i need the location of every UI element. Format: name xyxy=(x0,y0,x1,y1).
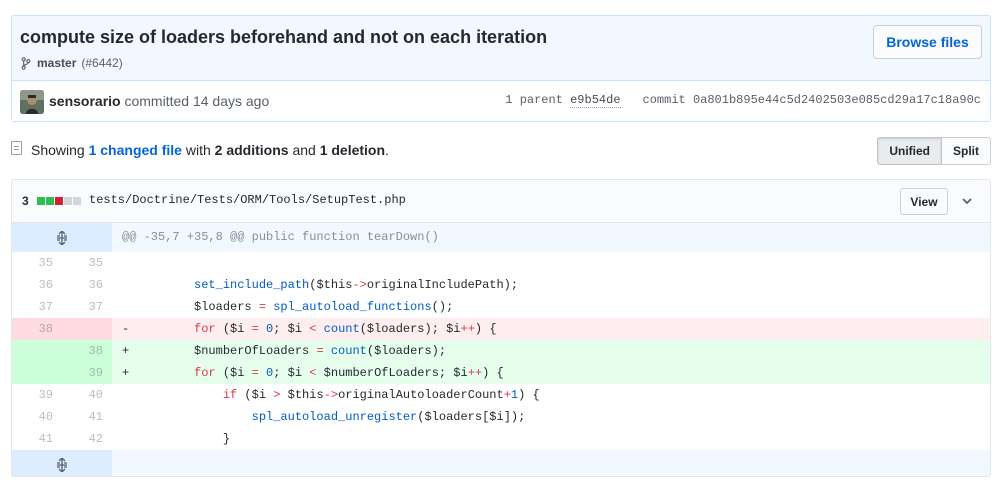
unfold-icon xyxy=(57,230,67,245)
hunk-header-row: @@ -35,7 +35,8 @@ public function tearDo… xyxy=(12,223,990,252)
new-line-number[interactable]: 38 xyxy=(62,340,112,362)
line-code xyxy=(112,252,990,274)
expand-up-button[interactable] xyxy=(12,223,112,252)
old-line-number[interactable]: 38 xyxy=(12,318,62,340)
diff-table: @@ -35,7 +35,8 @@ public function tearDo… xyxy=(12,223,990,476)
line-code: - for ($i = 0; $i < count($loaders); $i+… xyxy=(112,318,990,340)
diffstat-blocks xyxy=(37,197,82,205)
file-diff: 3 tests/Doctrine/Tests/ORM/Tools/SetupTe… xyxy=(11,179,991,477)
diffstat-block xyxy=(37,197,45,205)
diff-line: 37 37 $loaders = spl_autoload_functions()… xyxy=(12,296,990,318)
commit-sha: 0a801b895e44c5d2402503e085cd29a17c18a90c xyxy=(692,93,981,107)
old-line-number[interactable]: 36 xyxy=(12,274,62,296)
new-line-number[interactable]: 41 xyxy=(62,406,112,428)
file-path[interactable]: tests/Doctrine/Tests/ORM/Tools/SetupTest… xyxy=(89,193,406,207)
split-button[interactable]: Split xyxy=(942,137,991,165)
new-line-number[interactable] xyxy=(62,318,112,340)
line-code: + for ($i = 0; $i < $numberOfLoaders; $i… xyxy=(112,362,990,384)
sha-info: 1 parent e9b54de commit 0a801b895e44c5d24… xyxy=(505,93,981,108)
view-file-button[interactable]: View xyxy=(900,188,948,215)
deletions-count: 1 deletion xyxy=(319,142,386,158)
diffstat-block xyxy=(55,197,63,205)
and-label: and xyxy=(292,142,316,158)
diffstat-block xyxy=(64,197,72,205)
diff-summary: Showing 1 changed file with 2 additions … xyxy=(31,142,389,158)
new-line-number[interactable]: 36 xyxy=(62,274,112,296)
commit-meta: sensorario committed 14 days ago 1 paren… xyxy=(12,81,990,121)
old-line-number[interactable]: 41 xyxy=(12,428,62,450)
commit-title-area: compute size of loaders beforehand and n… xyxy=(12,16,990,81)
additions-count: 2 additions xyxy=(214,142,289,158)
diff-line: 41 42 } xyxy=(12,428,990,450)
new-line-number[interactable]: 40 xyxy=(62,384,112,406)
diff-line: 38 - for ($i = 0; $i < count($loaders); $… xyxy=(12,318,990,340)
old-line-number[interactable]: 39 xyxy=(12,384,62,406)
hunk-footer xyxy=(112,450,990,476)
branch-name[interactable]: master xyxy=(37,56,76,70)
old-line-number[interactable]: 40 xyxy=(12,406,62,428)
diffstat-count: 3 xyxy=(22,194,29,208)
new-line-number[interactable]: 35 xyxy=(62,252,112,274)
diff-view-toggle: Unified Split xyxy=(877,137,991,165)
author-name[interactable]: sensorario xyxy=(49,93,121,109)
line-code: spl_autoload_unregister($loaders[$i]); xyxy=(251,410,526,424)
commit-title: compute size of loaders beforehand and n… xyxy=(20,27,548,47)
line-code: } xyxy=(122,432,231,446)
new-line-number[interactable]: 39 xyxy=(62,362,112,384)
branch-info: master (#6442) xyxy=(21,56,123,70)
period: . xyxy=(385,142,389,158)
browse-files-button[interactable]: Browse files xyxy=(873,25,982,59)
old-line-number[interactable] xyxy=(12,340,62,362)
git-branch-icon xyxy=(21,56,31,70)
diffstat-block xyxy=(46,197,54,205)
line-code: $loaders = spl_autoload_functions(); xyxy=(194,300,454,314)
diff-line: 39 40 if ($i > $this->originalAutoloaderC… xyxy=(12,384,990,406)
commit-time: committed 14 days ago xyxy=(124,93,270,109)
parent-label: 1 parent xyxy=(505,93,563,107)
new-line-number[interactable]: 42 xyxy=(62,428,112,450)
old-line-number[interactable]: 37 xyxy=(12,296,62,318)
new-line-number[interactable]: 37 xyxy=(62,296,112,318)
diff-line: 38 + $numberOfLoaders = count($loaders); xyxy=(12,340,990,362)
diff-line: 36 36 set_include_path($this->originalInc… xyxy=(12,274,990,296)
avatar-image xyxy=(20,90,44,114)
diffstat-block xyxy=(73,197,81,205)
diff-toolbar: Showing 1 changed file with 2 additions … xyxy=(11,135,991,165)
diff-line: 35 35 xyxy=(12,252,990,274)
with-label: with xyxy=(185,142,211,158)
unfold-icon xyxy=(57,457,67,472)
changed-files-link[interactable]: 1 changed file xyxy=(89,142,182,158)
showing-label: Showing xyxy=(31,142,85,158)
hunk-footer-row xyxy=(12,450,990,476)
diff-line: 39 + for ($i = 0; $i < $numberOfLoaders; … xyxy=(12,362,990,384)
old-line-number[interactable] xyxy=(12,362,62,384)
expand-down-button[interactable] xyxy=(12,450,112,476)
line-code: + $numberOfLoaders = count($loaders); xyxy=(112,340,990,362)
parent-sha-link[interactable]: e9b54de xyxy=(570,93,621,108)
file-diff-icon xyxy=(11,141,22,155)
file-header: 3 tests/Doctrine/Tests/ORM/Tools/SetupTe… xyxy=(12,180,990,223)
commit-label: commit xyxy=(642,93,686,107)
old-line-number[interactable]: 35 xyxy=(12,252,62,274)
line-code: set_include_path($this->originalIncludeP… xyxy=(194,278,519,292)
chevron-down-icon[interactable] xyxy=(960,194,974,208)
commit-header: compute size of loaders beforehand and n… xyxy=(11,15,991,122)
hunk-header: @@ -35,7 +35,8 @@ public function tearDo… xyxy=(112,223,990,252)
pr-reference[interactable]: (#6442) xyxy=(81,56,122,70)
diff-lines: 35 35 36 36 set_include_path($this->origin… xyxy=(12,252,990,450)
line-code: if ($i > $this->originalAutoloaderCount+… xyxy=(222,388,540,402)
diff-line: 40 41 spl_autoload_unregister($loaders[$i… xyxy=(12,406,990,428)
author-line: sensorario committed 14 days ago xyxy=(49,93,269,109)
avatar[interactable] xyxy=(20,90,44,114)
unified-button[interactable]: Unified xyxy=(877,137,942,165)
